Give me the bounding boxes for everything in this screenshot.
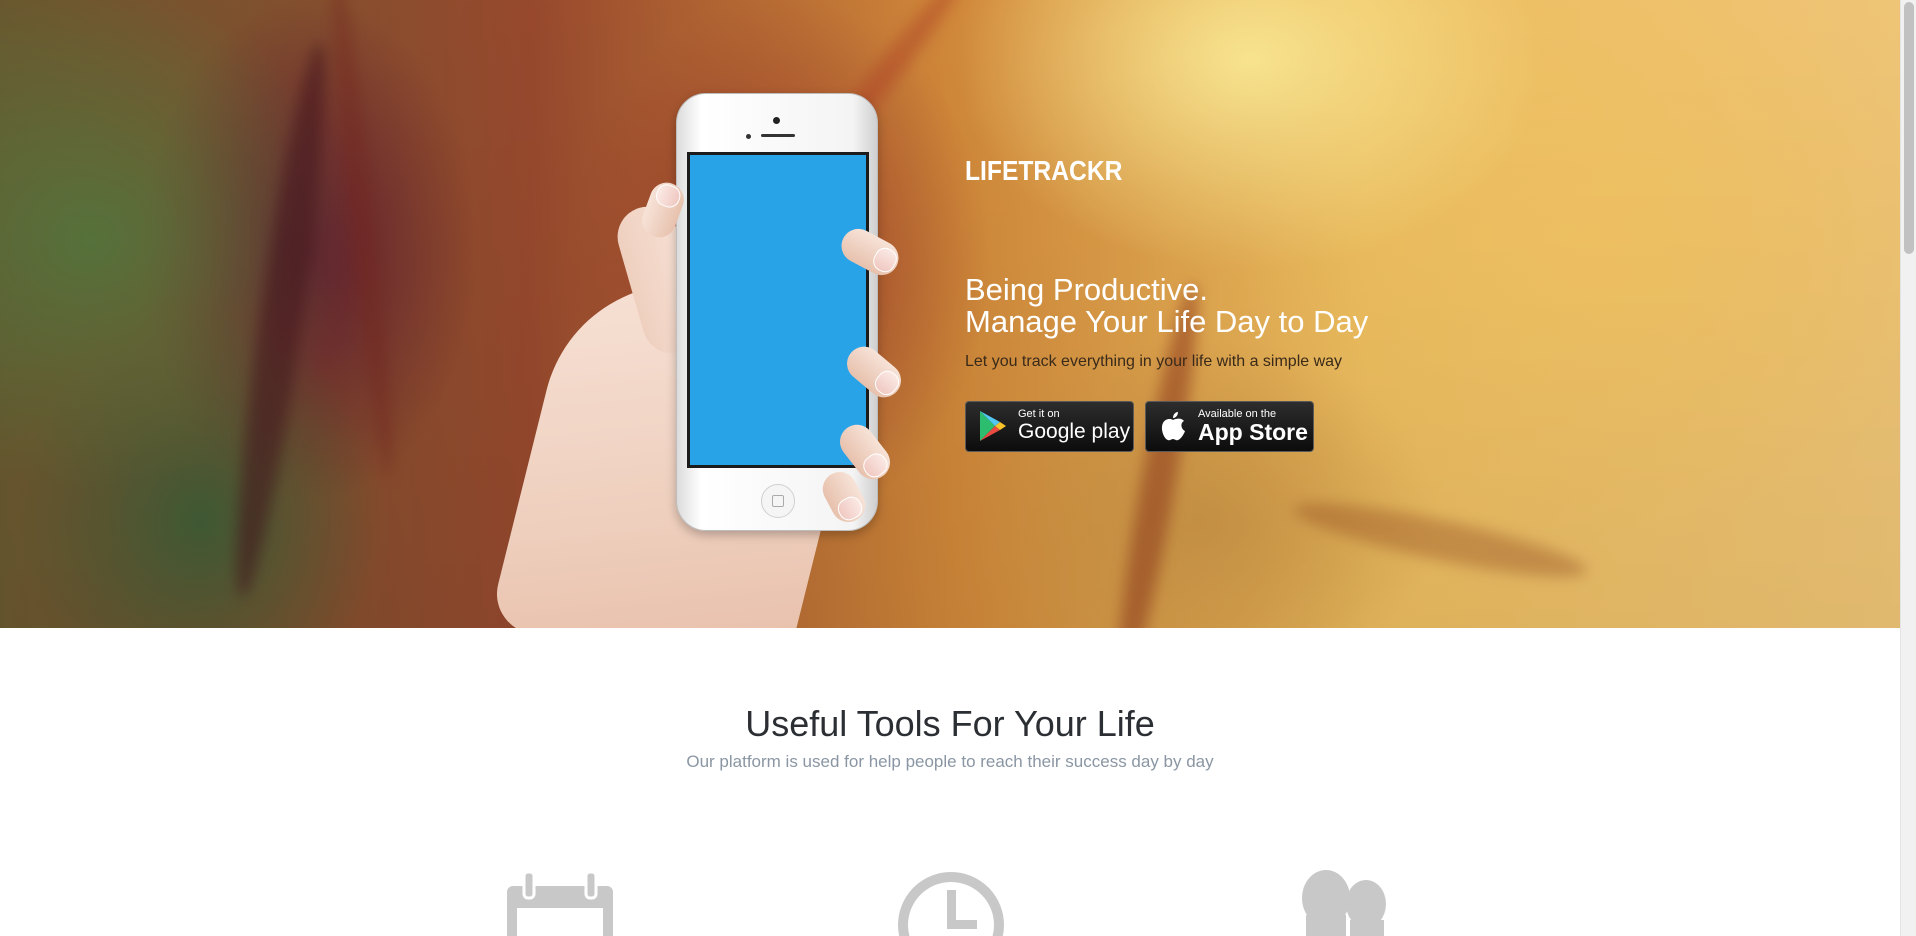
finger-nail [870,366,904,400]
hero-overlay [0,0,1900,628]
landing-page: LIFETRACKR Being Productive. Manage Your… [0,0,1900,936]
calendar-icon [507,870,613,936]
phone-sensor [746,134,751,139]
phone-home-button [761,484,795,518]
brand-logo[interactable]: LIFETRACKR [965,155,1122,187]
apple-icon [1161,412,1185,441]
google-play-button[interactable]: Get it on Google play [965,401,1134,452]
phone-speaker [761,134,795,137]
app-store-button[interactable]: Available on the App Store [1145,401,1314,452]
google-play-big-label: Google play [1018,420,1131,443]
scrollbar-thumb[interactable] [1904,2,1914,254]
phone-mockup [676,93,878,531]
features-subtitle: Our platform is used for help people to … [686,752,1214,771]
hero-headline-line2: Manage Your Life Day to Day [965,304,1369,339]
features-title: Useful Tools For Your Life [745,703,1155,744]
clock-icon [898,872,1004,936]
hero-headline-line1: Being Productive. [965,272,1208,307]
phone-screen [687,152,869,468]
hero-section: LIFETRACKR Being Productive. Manage Your… [0,0,1900,628]
finger-nail [869,244,901,276]
app-store-big-label: App Store [1198,419,1308,445]
hero-tagline: Let you track everything in your life wi… [965,353,1343,370]
phone-camera [773,117,780,124]
google-play-icon [980,411,1006,441]
finger-nail [859,449,892,482]
users-icon [1302,870,1386,936]
google-play-small-label: Get it on [1018,408,1060,420]
hero-headline: Being Productive. Manage Your Life Day t… [965,274,1368,338]
hand-holding-phone [488,85,950,628]
page-scrollbar[interactable] [1900,0,1916,936]
